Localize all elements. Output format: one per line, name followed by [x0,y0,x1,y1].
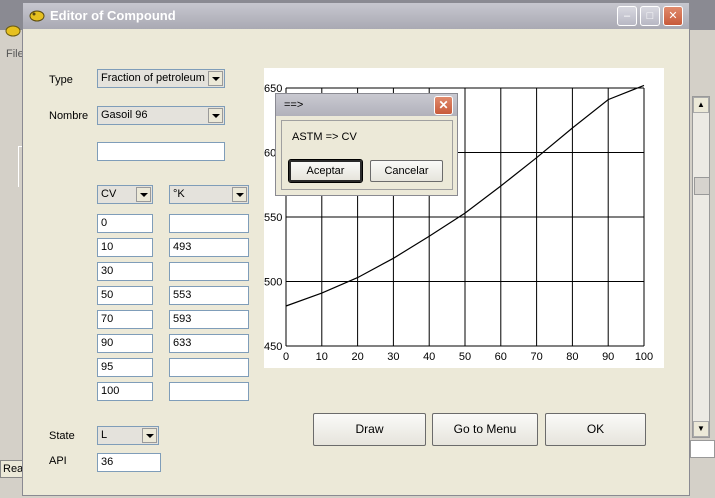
ok-button[interactable]: OK [545,413,646,446]
x-tick-label: 100 [635,351,653,363]
k-input-3[interactable]: 553 [169,286,249,305]
cv-input-5[interactable]: 90 [97,334,153,353]
k-column-value: °K [173,188,185,200]
go-to-menu-button[interactable]: Go to Menu [432,413,538,446]
background-scrollbar[interactable] [692,96,710,438]
cv-input-0[interactable]: 0 [97,214,153,233]
x-tick-label: 90 [602,351,614,363]
cv-input-1[interactable]: 10 [97,238,153,257]
k-input-5[interactable]: 633 [169,334,249,353]
cv-column-select[interactable]: CV [97,185,153,204]
scroll-up-icon[interactable]: ▲ [693,97,709,113]
state-label: State [49,430,75,442]
type-select[interactable]: Fraction of petroleum [97,69,225,88]
cv-input-2[interactable]: 30 [97,262,153,281]
background-app-icon [4,22,22,41]
cv-input-4[interactable]: 70 [97,310,153,329]
type-select-value: Fraction of petroleum [101,72,205,84]
x-tick-label: 0 [283,351,289,363]
x-tick-label: 40 [423,351,435,363]
cv-column-value: CV [101,188,117,200]
chevron-down-icon[interactable] [208,71,223,86]
state-select-value: L [101,429,108,441]
y-tick-label: 550 [264,212,282,224]
minimize-icon[interactable]: – [617,6,637,26]
state-select[interactable]: L [97,426,159,445]
chevron-down-icon[interactable] [136,187,151,202]
background-field [690,440,715,458]
x-tick-label: 70 [530,351,542,363]
cv-input-3[interactable]: 50 [97,286,153,305]
close-icon[interactable]: ✕ [663,6,683,26]
api-label: API [49,455,67,467]
k-input-6[interactable] [169,358,249,377]
type-label: Type [49,74,73,86]
nombre-label: Nombre [49,110,89,122]
x-tick-label: 60 [495,351,507,363]
app-icon [28,8,46,22]
api-input[interactable]: 36 [97,453,161,472]
cv-input-7[interactable]: 100 [97,382,153,401]
draw-button[interactable]: Draw [313,413,426,446]
cv-input-6[interactable]: 95 [97,358,153,377]
scroll-down-icon[interactable]: ▼ [693,421,709,437]
k-input-4[interactable]: 593 [169,310,249,329]
x-tick-label: 20 [351,351,363,363]
k-column-select[interactable]: °K [169,185,249,204]
dialog-close-icon[interactable]: ✕ [434,96,453,115]
aceptar-button[interactable]: Aceptar [288,159,363,183]
x-tick-label: 80 [566,351,578,363]
k-input-2[interactable] [169,262,249,281]
chevron-down-icon[interactable] [208,108,223,123]
cancelar-button[interactable]: Cancelar [370,160,443,182]
y-tick-label: 500 [264,277,282,289]
background-left-panel [0,96,23,456]
extra-input[interactable] [97,142,225,161]
y-tick-label: 450 [264,341,282,353]
nombre-select-value: Gasoil 96 [101,109,148,121]
x-tick-label: 50 [459,351,471,363]
window-title: Editor of Compound [50,8,176,23]
chevron-down-icon[interactable] [142,428,157,443]
x-tick-label: 30 [387,351,399,363]
k-input-7[interactable] [169,382,249,401]
x-tick-label: 10 [316,351,328,363]
k-input-0[interactable] [169,214,249,233]
maximize-icon[interactable]: □ [640,6,660,26]
dialog-message: ASTM => CV [292,131,357,143]
dialog-title: ==> [284,99,304,111]
nombre-select[interactable]: Gasoil 96 [97,106,225,125]
chevron-down-icon[interactable] [232,187,247,202]
k-input-1[interactable]: 493 [169,238,249,257]
